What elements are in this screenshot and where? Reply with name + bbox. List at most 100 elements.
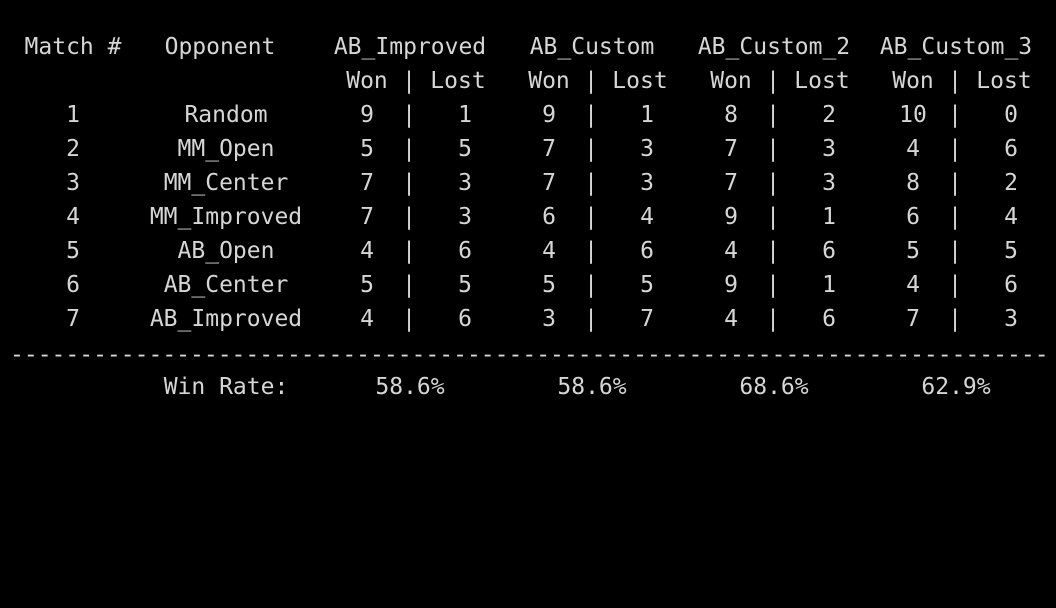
- column-separator: |: [766, 170, 780, 196]
- column-separator: |: [402, 238, 416, 264]
- column-separator: |: [402, 272, 416, 298]
- lost-count: 6: [458, 306, 472, 332]
- column-separator: |: [766, 204, 780, 230]
- lost-count: 4: [1004, 204, 1018, 230]
- lost-count: 0: [1004, 102, 1018, 128]
- won-count: 4: [360, 306, 374, 332]
- column-separator: |: [402, 306, 416, 332]
- table-row: 2 MM_Open 5 | 5 7 | 3 7 | 3 4 | 6: [0, 132, 1056, 166]
- win-rate-ab-improved: 58.6%: [375, 374, 445, 400]
- match-number: 4: [66, 204, 80, 230]
- lost-count: 3: [822, 170, 836, 196]
- lost-count: 3: [822, 136, 836, 162]
- match-number: 1: [66, 102, 80, 128]
- win-rate-ab-custom-2: 68.6%: [739, 374, 809, 400]
- agent-header-ab-custom-3: AB_Custom_3: [879, 34, 1033, 60]
- column-separator: |: [584, 306, 598, 332]
- agent-header-ab-improved: AB_Improved: [333, 34, 487, 60]
- won-header: Won: [528, 68, 570, 94]
- column-separator: |: [948, 238, 962, 264]
- column-separator: |: [584, 68, 598, 94]
- lost-count: 2: [822, 102, 836, 128]
- won-count: 6: [542, 204, 556, 230]
- match-number-header: Match #: [24, 34, 122, 60]
- won-count: 3: [542, 306, 556, 332]
- column-separator: |: [948, 204, 962, 230]
- column-separator: |: [584, 102, 598, 128]
- lost-count: 5: [458, 136, 472, 162]
- won-header: Won: [710, 68, 752, 94]
- lost-count: 4: [640, 204, 654, 230]
- lost-count: 3: [458, 170, 472, 196]
- won-header: Won: [346, 68, 388, 94]
- won-count: 7: [724, 136, 738, 162]
- lost-count: 1: [822, 204, 836, 230]
- table-row: 6 AB_Center 5 | 5 5 | 5 9 | 1 4 | 6: [0, 268, 1056, 302]
- opponent-header: Opponent: [164, 34, 276, 60]
- won-count: 10: [899, 102, 927, 128]
- opponent-name: MM_Improved: [149, 204, 303, 230]
- lost-header: Lost: [430, 68, 486, 94]
- won-count: 8: [724, 102, 738, 128]
- column-separator: |: [584, 272, 598, 298]
- column-separator: |: [584, 204, 598, 230]
- column-separator: |: [766, 272, 780, 298]
- lost-count: 3: [640, 136, 654, 162]
- won-count: 6: [906, 204, 920, 230]
- opponent-name: MM_Open: [177, 136, 275, 162]
- won-count: 7: [542, 136, 556, 162]
- won-count: 4: [724, 306, 738, 332]
- won-count: 9: [542, 102, 556, 128]
- opponent-name: AB_Improved: [149, 306, 303, 332]
- lost-header: Lost: [612, 68, 668, 94]
- win-rate-row: Win Rate: 58.6% 58.6% 68.6% 62.9%: [0, 370, 1056, 404]
- column-separator: |: [948, 170, 962, 196]
- won-count: 4: [906, 272, 920, 298]
- column-separator: |: [402, 136, 416, 162]
- lost-count: 1: [640, 102, 654, 128]
- won-count: 5: [542, 272, 556, 298]
- column-separator: |: [766, 68, 780, 94]
- won-count: 9: [360, 102, 374, 128]
- lost-count: 3: [458, 204, 472, 230]
- column-separator: |: [402, 102, 416, 128]
- won-count: 7: [906, 306, 920, 332]
- match-number: 2: [66, 136, 80, 162]
- table-row: 5 AB_Open 4 | 6 4 | 6 4 | 6 5 | 5: [0, 234, 1056, 268]
- column-separator: |: [402, 68, 416, 94]
- won-count: 5: [360, 136, 374, 162]
- opponent-name: MM_Center: [163, 170, 289, 196]
- match-number: 7: [66, 306, 80, 332]
- won-header: Won: [892, 68, 934, 94]
- lost-count: 5: [1004, 238, 1018, 264]
- lost-count: 6: [640, 238, 654, 264]
- column-separator: |: [766, 136, 780, 162]
- won-count: 7: [360, 170, 374, 196]
- header-row: Match # Opponent AB_Improved AB_Custom A…: [0, 30, 1056, 64]
- won-count: 5: [360, 272, 374, 298]
- column-separator: |: [584, 170, 598, 196]
- opponent-name: Random: [184, 102, 268, 128]
- lost-count: 1: [458, 102, 472, 128]
- lost-count: 3: [1004, 306, 1018, 332]
- match-number: 3: [66, 170, 80, 196]
- divider-line: ----------------------------------------…: [10, 349, 1046, 361]
- lost-header: Lost: [976, 68, 1032, 94]
- table-row: 4 MM_Improved 7 | 3 6 | 4 9 | 1 6 | 4: [0, 200, 1056, 234]
- won-count: 4: [542, 238, 556, 264]
- lost-count: 6: [1004, 136, 1018, 162]
- lost-count: 5: [640, 272, 654, 298]
- lost-count: 6: [822, 306, 836, 332]
- column-separator: |: [766, 238, 780, 264]
- column-separator: |: [948, 68, 962, 94]
- match-number: 6: [66, 272, 80, 298]
- won-count: 8: [906, 170, 920, 196]
- terminal-window: { "header": { "match": "Match #", "oppon…: [0, 0, 1056, 414]
- column-separator: |: [766, 306, 780, 332]
- column-separator: |: [584, 136, 598, 162]
- won-count: 4: [906, 136, 920, 162]
- win-rate-label: Win Rate:: [163, 374, 289, 400]
- lost-count: 5: [458, 272, 472, 298]
- lost-count: 7: [640, 306, 654, 332]
- won-count: 5: [906, 238, 920, 264]
